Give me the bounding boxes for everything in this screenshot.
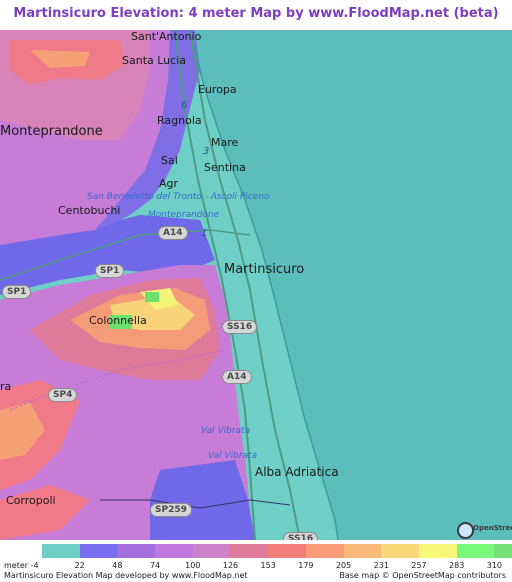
legend-value: 22 xyxy=(74,561,85,570)
place-label: Alba Adriatica xyxy=(255,465,339,479)
road-name-label: Val Vibrata xyxy=(201,426,251,436)
road-shield: SS16 xyxy=(283,532,319,540)
road-shield: SP4 xyxy=(48,388,78,402)
road-shield: A14 xyxy=(222,370,252,384)
legend-value: 257 xyxy=(411,561,427,570)
place-label: Monteprandone xyxy=(0,124,103,139)
road-name-label: Monteprandone xyxy=(148,210,220,220)
legend-value: meter -4 xyxy=(4,561,39,570)
place-label: Centobuchi xyxy=(58,204,121,217)
legend-swatch xyxy=(268,544,306,558)
legend-value: 179 xyxy=(298,561,314,570)
legend-value: 205 xyxy=(335,561,352,570)
legend-swatch xyxy=(155,544,193,558)
road-shield: A14 xyxy=(158,226,188,240)
green-patch-1 xyxy=(145,292,159,302)
place-label: Sal xyxy=(161,154,178,167)
legend-swatch xyxy=(418,544,457,558)
road-shield: SP259 xyxy=(150,503,192,517)
legend-swatch xyxy=(381,544,419,558)
place-label: Mare xyxy=(211,136,239,149)
legend-value: 126 xyxy=(222,561,239,570)
legend-swatch xyxy=(79,544,118,558)
legend-swatches xyxy=(42,544,512,558)
legend-value: 310 xyxy=(486,561,503,570)
place-label: ra xyxy=(0,380,12,393)
legend-value: 283 xyxy=(449,561,465,570)
magnifier-icon xyxy=(457,522,474,539)
place-label: Santa Lucia xyxy=(122,54,186,67)
footer-credit[interactable]: Martinsicuro Elevation Map developed by … xyxy=(4,571,248,580)
elevation-legend: meter -4 22 48 74 100 126 153 179 205 231 257 283 31… xyxy=(0,540,512,582)
place-label: Colonnella xyxy=(89,314,147,327)
place-label: Sant'Antonio xyxy=(131,30,202,43)
footer: Martinsicuro Elevation Map developed by … xyxy=(0,571,512,582)
footer-attribution[interactable]: Base map © OpenStreetMap contributors xyxy=(339,571,506,580)
legend-swatch xyxy=(456,544,495,558)
legend-value: 74 xyxy=(150,561,161,570)
legend-value: 48 xyxy=(112,561,123,570)
road-shield: SP1 xyxy=(95,264,125,278)
legend-swatch xyxy=(494,544,512,558)
legend-swatch xyxy=(42,544,80,558)
legend-swatch xyxy=(192,544,231,558)
place-label: Corropoli xyxy=(6,494,56,507)
place-label: Agr xyxy=(159,177,179,190)
page: Martinsicuro Elevation: 4 meter Map by w… xyxy=(0,0,512,582)
road-number: 3 xyxy=(203,146,210,157)
road-number: 1 xyxy=(201,228,208,239)
place-label: Martinsicuro xyxy=(224,262,305,277)
legend-swatch xyxy=(117,544,156,558)
place-label: Ragnola xyxy=(157,114,202,127)
road-shield: SP1 xyxy=(2,285,32,299)
elevation-map[interactable]: Sant'Antonio Santa Lucia Europa Montepra… xyxy=(0,30,512,540)
road-name-label: San Benedetto del Tronto - Ascoli Piceno xyxy=(87,192,270,202)
legend-swatch xyxy=(343,544,382,558)
page-title: Martinsicuro Elevation: 4 meter Map by w… xyxy=(0,0,512,30)
map-canvas xyxy=(0,30,512,540)
osm-logo: OpenStreetMap xyxy=(455,520,512,540)
legend-value: 231 xyxy=(373,561,389,570)
road-shield: SS16 xyxy=(222,320,258,334)
osm-logo-text: OpenStreetMap xyxy=(473,524,512,532)
road-number: 6 xyxy=(181,100,188,111)
place-label: Europa xyxy=(198,83,237,96)
legend-value: 153 xyxy=(260,561,276,570)
legend-swatch xyxy=(230,544,269,558)
road-name-label: Val Vibrata xyxy=(208,451,258,461)
place-label: Sentina xyxy=(204,161,246,174)
legend-value: 100 xyxy=(185,561,201,570)
legend-swatch xyxy=(305,544,344,558)
